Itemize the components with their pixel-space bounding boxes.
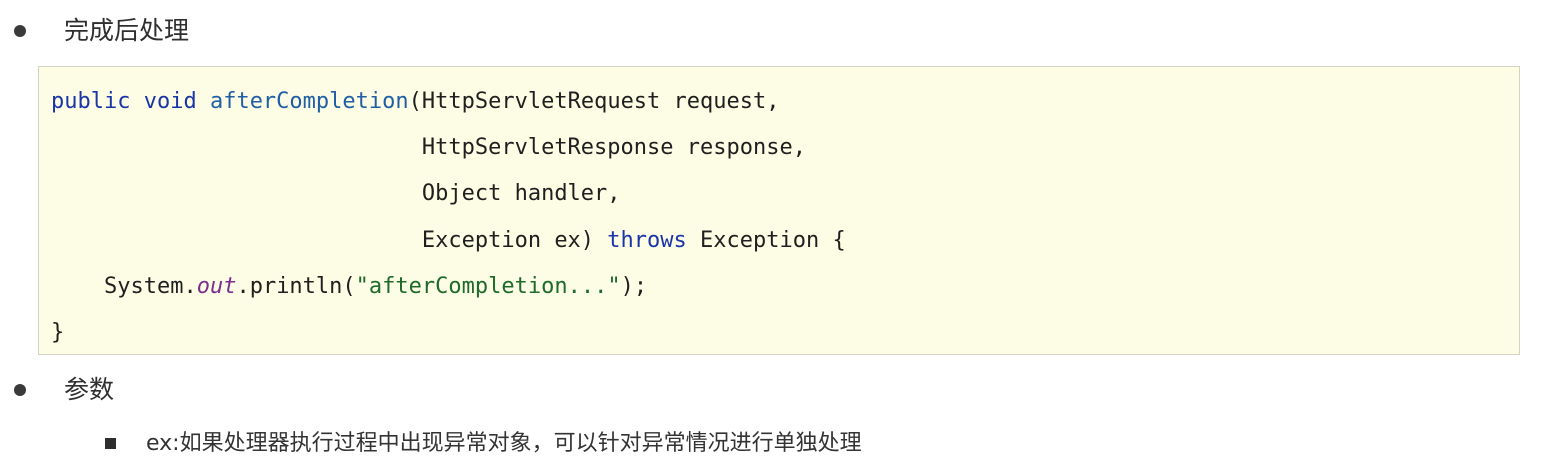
bullet-dot-icon bbox=[14, 25, 26, 37]
code-token: afterCompletion bbox=[209, 89, 409, 114]
square-bullet-icon bbox=[105, 438, 116, 449]
param-ex-description: ex:如果处理器执行过程中出现异常对象，可以针对异常情况进行单独处理 bbox=[146, 431, 862, 456]
code-token: "afterCompletion..." bbox=[355, 274, 621, 299]
section-heading-after-completion: 完成后处理 bbox=[64, 16, 190, 45]
section-heading-params: 参数 bbox=[64, 375, 115, 404]
code-line-1: public void afterCompletion(HttpServletR… bbox=[51, 91, 780, 113]
code-block: public void afterCompletion(HttpServletR… bbox=[38, 66, 1520, 355]
code-token: Object handler, bbox=[51, 181, 621, 206]
code-token: System. bbox=[51, 274, 197, 299]
code-token: } bbox=[51, 320, 65, 345]
code-token: HttpServletResponse response, bbox=[51, 135, 806, 160]
code-token: Exception ex) bbox=[51, 228, 608, 253]
code-token: .println( bbox=[236, 274, 356, 299]
code-token: out bbox=[196, 274, 237, 299]
code-token: public void bbox=[51, 89, 210, 114]
code-line-2: HttpServletResponse response, bbox=[51, 137, 806, 159]
bullet-dot-icon bbox=[14, 384, 26, 396]
code-token: Exception { bbox=[686, 228, 846, 253]
code-token: throws bbox=[607, 228, 687, 253]
code-line-6: } bbox=[51, 322, 64, 344]
code-line-4: Exception ex) throws Exception { bbox=[51, 230, 846, 252]
code-token: ); bbox=[620, 274, 648, 299]
code-token: (HttpServletRequest request, bbox=[408, 89, 780, 114]
code-line-5: System.out.println("afterCompletion...")… bbox=[51, 276, 647, 298]
code-line-3: Object handler, bbox=[51, 183, 621, 205]
